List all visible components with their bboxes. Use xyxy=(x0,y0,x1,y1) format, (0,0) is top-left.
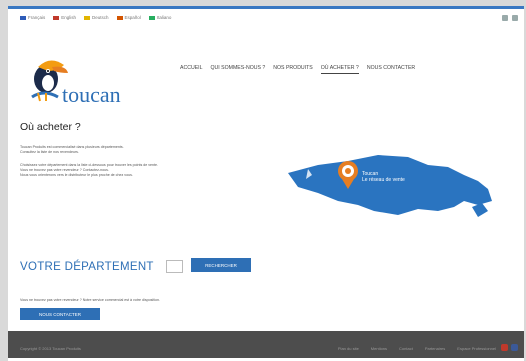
social-icons xyxy=(501,344,518,351)
page-title: Où acheter ? xyxy=(20,121,81,133)
footer-link[interactable]: Mentions xyxy=(371,346,387,351)
contact-button[interactable]: NOUS CONTACTER xyxy=(20,308,100,320)
language-item[interactable]: Français xyxy=(20,15,45,20)
language-item[interactable]: Español xyxy=(116,15,141,20)
print-icon[interactable] xyxy=(512,15,518,21)
search-department-button[interactable]: RECHERCHER xyxy=(191,258,251,272)
contact-note: Vous ne trouvez pas votre revendeur ? No… xyxy=(20,298,161,302)
department-title: VOTRE DÉPARTEMENT xyxy=(20,261,154,273)
page: Français English Deutsch Español Italian… xyxy=(8,6,524,361)
footer-link[interactable]: Partenaires xyxy=(425,346,445,351)
share-icon[interactable] xyxy=(502,15,508,21)
intro-line-2: Consultez la liste de nos revendeurs. xyxy=(20,150,79,154)
language-item[interactable]: Italiano xyxy=(148,15,171,20)
footer-link[interactable]: Espace Professionnel xyxy=(457,346,496,351)
facebook-icon[interactable] xyxy=(511,344,518,351)
flag-icon xyxy=(53,15,60,20)
france-map[interactable] xyxy=(278,145,510,227)
nav-item-nos-produits[interactable]: NOS PRODUITS xyxy=(273,65,313,74)
footer-link[interactable]: Plan du site xyxy=(338,346,359,351)
flag-icon xyxy=(116,15,123,20)
language-item[interactable]: Deutsch xyxy=(84,15,109,20)
main-nav: ACCUEIL QUI SOMMES-NOUS ? NOS PRODUITS O… xyxy=(180,65,415,74)
language-bar: Français English Deutsch Español Italian… xyxy=(20,15,171,20)
nav-item-nous-contacter[interactable]: NOUS CONTACTER xyxy=(367,65,415,74)
language-item[interactable]: English xyxy=(53,15,76,20)
flag-icon xyxy=(148,15,155,20)
footer: Copyright © 2013 Toucan Produits Plan du… xyxy=(8,331,524,358)
flag-icon xyxy=(84,15,91,20)
flag-icon xyxy=(20,15,26,20)
brand-name: toucan xyxy=(62,82,121,107)
nav-item-qui-sommes-nous[interactable]: QUI SOMMES-NOUS ? xyxy=(211,65,266,74)
map-label: Toucan Le réseau de vente xyxy=(362,171,405,183)
footer-link[interactable]: Contact xyxy=(399,346,413,351)
nav-item-accueil[interactable]: ACCUEIL xyxy=(180,65,203,74)
footer-copyright: Copyright © 2013 Toucan Produits xyxy=(20,346,81,351)
department-select[interactable] xyxy=(166,260,183,273)
nav-item-ou-acheter[interactable]: OÙ ACHETER ? xyxy=(320,65,359,74)
help-line-3: Nous vous orienterons vers le distribute… xyxy=(20,173,133,177)
google-plus-icon[interactable] xyxy=(501,344,508,351)
top-right-icons xyxy=(502,15,518,21)
footer-links: Plan du site Mentions Contact Partenaire… xyxy=(338,346,496,351)
